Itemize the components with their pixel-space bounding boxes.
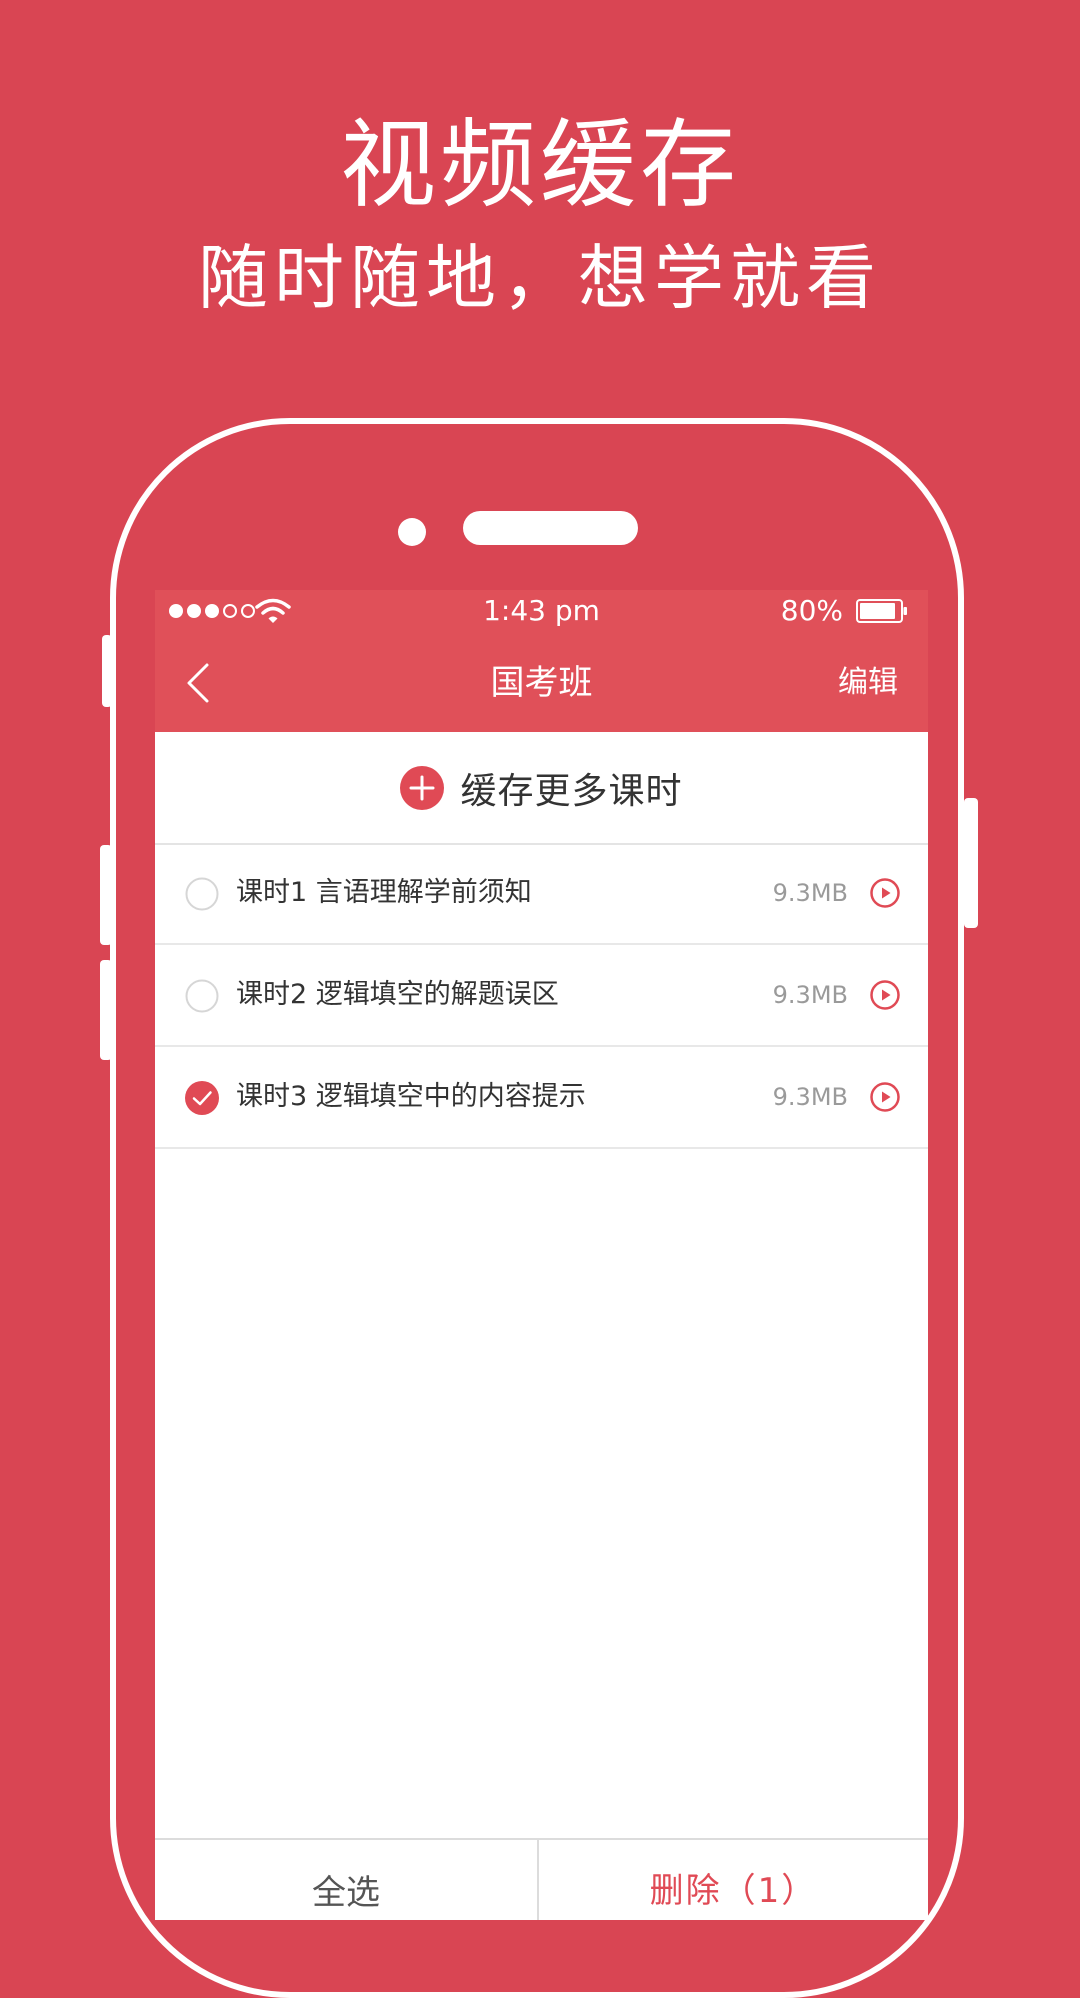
play-icon[interactable]: [870, 1082, 900, 1112]
battery-percentage: 80%: [780, 594, 843, 627]
phone-speaker: [463, 511, 638, 545]
lesson-row[interactable]: 课时1 言语理解学前须知 9.3MB: [155, 843, 928, 945]
nav-bar: 国考班 编辑: [155, 632, 928, 732]
bottom-action-bar: 全选 删除（1）: [155, 1838, 928, 1920]
phone-volume-down-button: [100, 960, 112, 1060]
checkbox-unchecked-icon[interactable]: [185, 979, 219, 1013]
lesson-size: 9.3MB: [772, 1083, 848, 1111]
lesson-row[interactable]: 课时2 逻辑填空的解题误区 9.3MB: [155, 945, 928, 1047]
page-title: 国考班: [490, 663, 593, 703]
lesson-title: 课时3 逻辑填空中的内容提示: [236, 1081, 586, 1112]
delete-button[interactable]: 删除（1）: [539, 1840, 928, 1920]
lesson-row[interactable]: 课时3 逻辑填空中的内容提示 9.3MB: [155, 1047, 928, 1149]
status-bar: 1:43 pm 80%: [155, 590, 928, 632]
phone-camera: [398, 518, 426, 546]
cache-more-button[interactable]: 缓存更多课时: [155, 732, 928, 845]
phone-volume-up-button: [100, 845, 112, 945]
lesson-size: 9.3MB: [772, 879, 848, 907]
promo-title: 视频缓存: [340, 109, 740, 221]
phone-screen: 1:43 pm 80% 国考班 编辑 缓存更多课时 课时1 言语理解学前须知 9…: [155, 590, 928, 1920]
edit-button[interactable]: 编辑: [838, 664, 898, 702]
checkbox-checked-icon[interactable]: [185, 1081, 219, 1115]
battery-icon: [856, 599, 907, 623]
phone-side-button: [102, 635, 112, 707]
play-icon[interactable]: [870, 980, 900, 1010]
select-all-button[interactable]: 全选: [155, 1840, 539, 1920]
play-icon[interactable]: [870, 878, 900, 908]
plus-circle-icon: [400, 765, 445, 810]
phone-power-button: [964, 798, 978, 928]
lesson-title: 课时1 言语理解学前须知: [236, 877, 532, 908]
checkbox-unchecked-icon[interactable]: [185, 877, 219, 911]
promo-subtitle: 随时随地，想学就看: [198, 237, 882, 319]
cache-more-label: 缓存更多课时: [460, 770, 683, 812]
lesson-size: 9.3MB: [772, 981, 848, 1009]
lesson-title: 课时2 逻辑填空的解题误区: [236, 979, 559, 1010]
lesson-list: 课时1 言语理解学前须知 9.3MB 课时2 逻辑填空的解题误区 9.3MB 课…: [155, 843, 928, 1149]
